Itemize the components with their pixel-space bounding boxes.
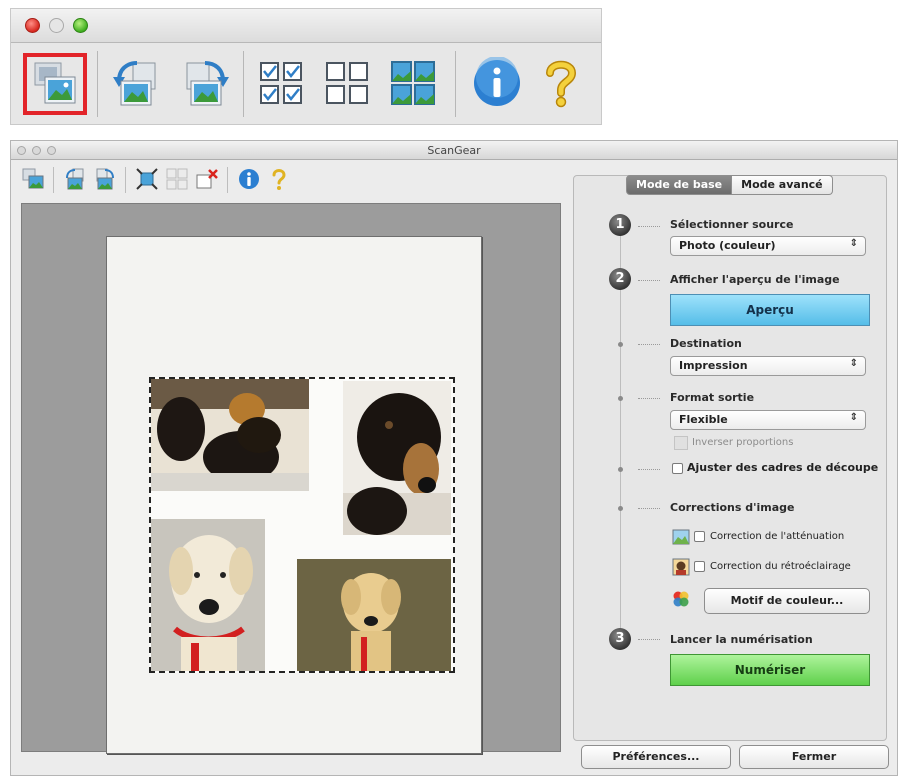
color-pattern-button[interactable]: Motif de couleur...: [704, 588, 870, 614]
fade-correction-checkbox[interactable]: [694, 531, 705, 542]
settings-panel: Mode de base Mode avancé 1 Sélectionner …: [573, 175, 887, 741]
tab-basic-mode[interactable]: Mode de base: [626, 175, 733, 195]
zoom-window-button[interactable]: [73, 18, 88, 33]
scangear-toolbar: [11, 161, 571, 197]
zoomed-titlebar: [11, 9, 601, 43]
preview-button[interactable]: Aperçu: [670, 294, 870, 326]
source-select-value: Photo (couleur): [679, 239, 776, 252]
delete-crop-icon[interactable]: [195, 167, 219, 191]
step-2-badge: 2: [609, 268, 631, 290]
window-titlebar: ScanGear: [11, 141, 897, 160]
window-title: ScanGear: [427, 144, 481, 157]
step-bullet: [618, 467, 623, 472]
photo-two-dogs: [151, 379, 309, 491]
toolbar-separator: [455, 51, 456, 117]
step-bullet: [618, 342, 623, 347]
destination-select[interactable]: Impression ⇕: [670, 356, 866, 376]
leader-dots: [638, 280, 660, 281]
step-bullet: [618, 506, 623, 511]
toolbar-separator: [125, 167, 126, 193]
backlight-correction-checkbox[interactable]: [694, 561, 705, 572]
toolbar-separator: [97, 51, 98, 117]
auto-crop-icon[interactable]: [257, 59, 305, 107]
scanned-page-preview: [106, 236, 482, 754]
info-icon[interactable]: [471, 57, 523, 109]
invert-ratio-label: Inverser proportions: [692, 437, 794, 448]
close-window-button[interactable]: [25, 18, 40, 33]
close-button[interactable]: Fermer: [739, 745, 889, 769]
leader-dots: [638, 508, 660, 509]
rotate-left-icon[interactable]: [63, 167, 87, 191]
help-icon[interactable]: [267, 167, 291, 191]
zoomed-toolbar: [10, 8, 602, 125]
invert-ratio-icon: [674, 436, 688, 450]
minimize-window-button[interactable]: [49, 18, 64, 33]
leader-dots: [638, 226, 660, 227]
tab-advanced-mode[interactable]: Mode avancé: [732, 175, 833, 195]
crop-frames-icon: [166, 168, 188, 190]
step-1-badge: 1: [609, 214, 631, 236]
rotate-right-icon[interactable]: [93, 167, 117, 191]
leader-dots: [638, 398, 660, 399]
select-arrows-icon: ⇕: [849, 412, 858, 423]
info-icon[interactable]: [237, 167, 261, 191]
step-bullet: [618, 396, 623, 401]
preview-image-label: Afficher l'aperçu de l'image: [670, 273, 840, 286]
select-arrows-icon: ⇕: [849, 358, 858, 369]
toolbar-separator: [227, 167, 228, 193]
start-scan-label: Lancer la numérisation: [670, 633, 813, 646]
destination-label: Destination: [670, 337, 742, 350]
scan-button[interactable]: Numériser: [670, 654, 870, 686]
fade-correction-label: Correction de l'atténuation: [710, 531, 845, 542]
help-icon[interactable]: [541, 57, 581, 109]
scan-document-icon[interactable]: [21, 167, 45, 191]
destination-select-value: Impression: [679, 359, 748, 372]
output-size-label: Format sortie: [670, 391, 755, 404]
backlight-correction-label: Correction du rétroéclairage: [710, 561, 851, 572]
scangear-window: ScanGear Mode de base Mode avancé 1 Séle…: [10, 140, 898, 776]
adjust-crop-frames-label: Ajuster des cadres de découpe: [687, 461, 879, 474]
color-pattern-icon: [673, 591, 689, 607]
select-arrows-icon: ⇕: [849, 238, 858, 249]
image-corrections-label: Corrections d'image: [670, 501, 795, 514]
step-connector-line: [620, 232, 621, 644]
leader-dots: [638, 639, 660, 640]
scan-document-icon[interactable]: [29, 59, 81, 109]
toolbar-separator: [243, 51, 244, 117]
fade-correction-icon: [672, 529, 690, 545]
rotate-left-icon[interactable]: [111, 57, 165, 111]
crop-frame[interactable]: [149, 377, 455, 673]
photo-labrador-grass: [297, 559, 451, 671]
photo-dachshund: [343, 381, 451, 535]
step-3-badge: 3: [609, 628, 631, 650]
preview-area[interactable]: [21, 203, 561, 754]
output-size-select[interactable]: Flexible ⇕: [670, 410, 866, 430]
rotate-right-icon[interactable]: [177, 57, 231, 111]
multi-crop-icon[interactable]: [389, 59, 437, 107]
adjust-crop-frames-checkbox[interactable]: [672, 463, 683, 474]
select-source-label: Sélectionner source: [670, 218, 794, 231]
preferences-button[interactable]: Préférences...: [581, 745, 731, 769]
crop-frames-icon[interactable]: [323, 59, 371, 107]
source-select[interactable]: Photo (couleur) ⇕: [670, 236, 866, 256]
leader-dots: [638, 344, 660, 345]
photo-labrador-red-collar: [151, 519, 265, 671]
auto-crop-icon[interactable]: [135, 167, 159, 191]
leader-dots: [638, 469, 660, 470]
mode-tabs: Mode de base Mode avancé: [626, 175, 833, 195]
backlight-correction-icon: [672, 558, 690, 576]
toolbar-separator: [53, 167, 54, 193]
output-size-select-value: Flexible: [679, 413, 728, 426]
